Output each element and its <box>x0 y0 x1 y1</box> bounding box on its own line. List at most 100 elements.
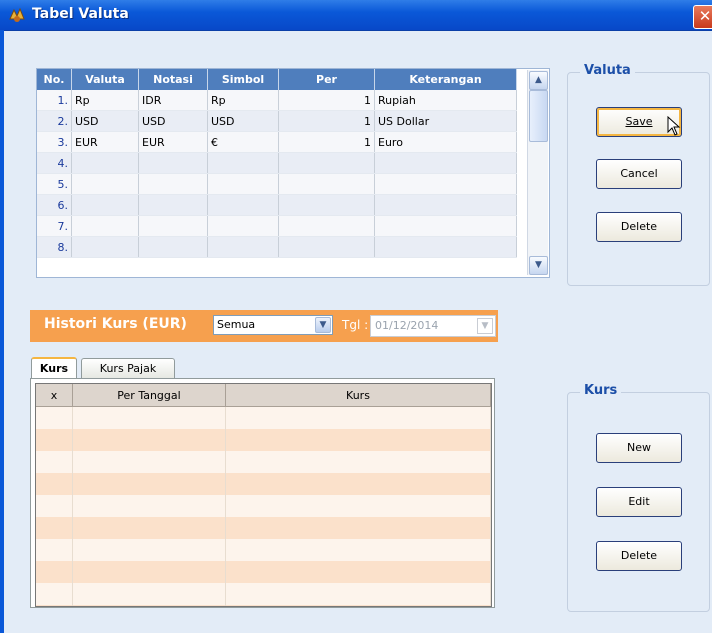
table-cell[interactable] <box>72 451 226 473</box>
tab-kurs[interactable]: Kurs <box>31 357 77 379</box>
cell-notasi[interactable]: IDR <box>138 90 208 111</box>
cell-valuta[interactable] <box>71 215 139 237</box>
table-cell[interactable] <box>72 517 226 539</box>
table-cell[interactable] <box>225 605 491 606</box>
table-cell[interactable] <box>36 539 73 561</box>
table-cell[interactable] <box>225 473 491 495</box>
close-icon[interactable]: ✕ <box>693 5 712 29</box>
cell-per[interactable] <box>278 152 375 174</box>
cell-simbol[interactable] <box>207 173 279 195</box>
table-cell[interactable] <box>72 406 226 429</box>
col-header-kurs[interactable]: Kurs <box>225 384 491 407</box>
cell-valuta[interactable]: EUR <box>71 131 139 153</box>
cell-notasi[interactable] <box>138 215 208 237</box>
table-cell[interactable] <box>225 451 491 473</box>
save-button[interactable]: Save <box>596 107 682 137</box>
scroll-up-icon[interactable]: ▲ <box>529 71 548 90</box>
cell-keterangan[interactable] <box>374 173 517 195</box>
table-row[interactable]: 1. Rp IDR Rp 1 Rupiah <box>37 90 517 111</box>
cell-valuta[interactable]: Rp <box>71 90 139 111</box>
cell-simbol[interactable] <box>207 152 279 174</box>
cell-no[interactable]: 7. <box>37 215 72 237</box>
table-cell[interactable] <box>225 517 491 539</box>
cell-per[interactable] <box>278 173 375 195</box>
table-cell[interactable] <box>36 473 73 495</box>
table-row[interactable] <box>36 495 491 517</box>
cell-keterangan[interactable]: Rupiah <box>374 90 517 111</box>
cell-per[interactable] <box>278 194 375 216</box>
cell-valuta[interactable] <box>71 173 139 195</box>
table-cell[interactable] <box>72 495 226 517</box>
cell-no[interactable]: 5. <box>37 173 72 195</box>
table-row[interactable]: 4. <box>37 152 517 174</box>
table-row[interactable]: 7. <box>37 215 517 237</box>
cell-per[interactable]: 1 <box>278 90 375 111</box>
col-header-per[interactable]: Per <box>278 69 375 90</box>
table-row[interactable]: 6. <box>37 194 517 216</box>
edit-kurs-button[interactable]: Edit <box>596 487 682 517</box>
cell-no[interactable]: 3. <box>37 131 72 153</box>
table-cell[interactable] <box>72 605 226 606</box>
cell-valuta[interactable]: USD <box>71 110 139 132</box>
table-cell[interactable] <box>225 495 491 517</box>
cell-notasi[interactable] <box>138 236 208 258</box>
cell-no[interactable]: 1. <box>37 90 72 111</box>
table-row[interactable] <box>36 605 491 606</box>
table-row[interactable] <box>36 473 491 495</box>
col-header-simbol[interactable]: Simbol <box>207 69 279 90</box>
cell-notasi[interactable] <box>138 173 208 195</box>
chevron-down-icon[interactable]: ▼ <box>315 317 331 333</box>
delete-kurs-button[interactable]: Delete <box>596 541 682 571</box>
table-cell[interactable] <box>72 561 226 583</box>
col-header-no[interactable]: No. <box>37 69 72 90</box>
table-cell[interactable] <box>36 406 73 429</box>
table-row[interactable]: 8. <box>37 236 517 258</box>
table-cell[interactable] <box>36 429 73 451</box>
table-cell[interactable] <box>72 473 226 495</box>
cell-simbol[interactable] <box>207 215 279 237</box>
cell-simbol[interactable] <box>207 194 279 216</box>
table-cell[interactable] <box>36 451 73 473</box>
cell-per[interactable] <box>278 215 375 237</box>
table-cell[interactable] <box>36 495 73 517</box>
table-cell[interactable] <box>225 406 491 429</box>
table-row[interactable]: 5. <box>37 173 517 195</box>
scroll-thumb[interactable] <box>529 90 548 142</box>
cell-per[interactable]: 1 <box>278 110 375 132</box>
col-header-valuta[interactable]: Valuta <box>71 69 139 90</box>
cell-simbol[interactable]: Rp <box>207 90 279 111</box>
tab-kurs-pajak[interactable]: Kurs Pajak <box>81 358 175 378</box>
delete-currency-button[interactable]: Delete <box>596 212 682 242</box>
table-row[interactable] <box>36 561 491 583</box>
table-cell[interactable] <box>36 583 73 605</box>
cell-keterangan[interactable] <box>374 194 517 216</box>
col-header-x[interactable]: x <box>36 384 73 407</box>
table-cell[interactable] <box>72 539 226 561</box>
cell-simbol[interactable] <box>207 236 279 258</box>
table-row[interactable]: 2. USD USD USD 1 US Dollar <box>37 110 517 132</box>
table-cell[interactable] <box>36 561 73 583</box>
cell-no[interactable]: 4. <box>37 152 72 174</box>
cell-keterangan[interactable] <box>374 152 517 174</box>
cell-keterangan[interactable] <box>374 215 517 237</box>
table-row[interactable] <box>36 406 491 429</box>
cell-valuta[interactable] <box>71 152 139 174</box>
table-row[interactable] <box>36 539 491 561</box>
cell-no[interactable]: 2. <box>37 110 72 132</box>
table-row[interactable] <box>36 517 491 539</box>
table-cell[interactable] <box>36 605 73 606</box>
cell-notasi[interactable]: USD <box>138 110 208 132</box>
table-cell[interactable] <box>225 583 491 605</box>
col-header-per-tanggal[interactable]: Per Tanggal <box>72 384 226 407</box>
currency-grid-scrollbar[interactable]: ▲ ▼ <box>527 70 548 275</box>
col-header-keterangan[interactable]: Keterangan <box>374 69 517 90</box>
cell-notasi[interactable]: EUR <box>138 131 208 153</box>
kurs-grid[interactable]: x Per Tanggal Kurs <box>35 383 492 607</box>
title-bar[interactable]: Tabel Valuta ✕ <box>0 0 712 31</box>
table-row[interactable] <box>36 451 491 473</box>
cell-no[interactable]: 8. <box>37 236 72 258</box>
histori-filter-select[interactable]: Semua ▼ <box>213 315 333 335</box>
scroll-down-icon[interactable]: ▼ <box>529 256 548 275</box>
col-header-notasi[interactable]: Notasi <box>138 69 208 90</box>
table-cell[interactable] <box>225 429 491 451</box>
